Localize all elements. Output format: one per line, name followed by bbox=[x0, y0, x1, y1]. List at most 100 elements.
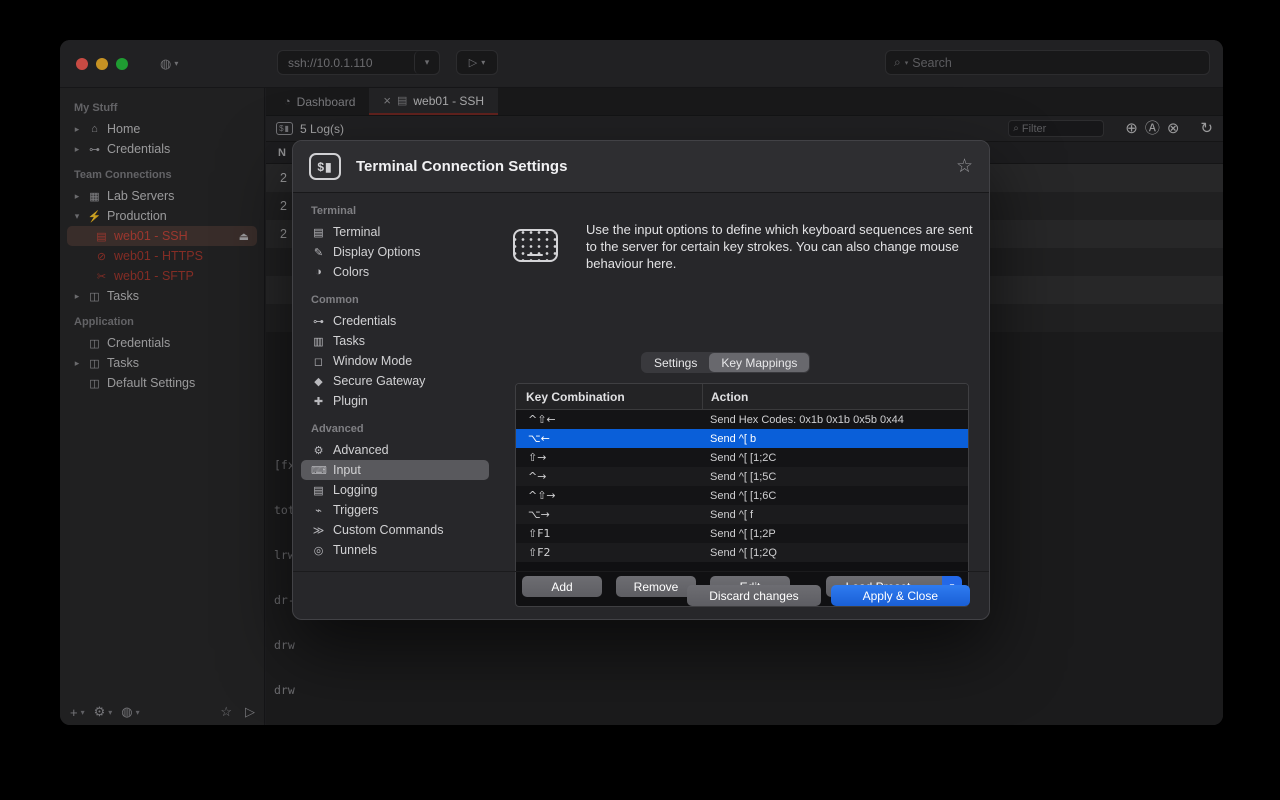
sidebar-item-app-credentials[interactable]: Credentials bbox=[60, 333, 264, 353]
global-search[interactable] bbox=[885, 50, 1210, 75]
key-combination-cell: ⌥← bbox=[516, 432, 702, 445]
sidebar-item-default-settings[interactable]: Default Settings bbox=[60, 373, 264, 393]
column-key-combination[interactable]: Key Combination bbox=[516, 390, 702, 404]
tab-web01-ssh[interactable]: web01 - SSH bbox=[369, 88, 498, 115]
chevron-down-icon[interactable] bbox=[136, 708, 140, 717]
action-cell: Send ^[ [1;6C bbox=[702, 490, 968, 502]
table-row[interactable]: ^⇧←Send Hex Codes: 0x1b 0x1b 0x5b 0x44 bbox=[516, 410, 968, 429]
add-button[interactable] bbox=[70, 705, 78, 720]
sidebar-item-label: Credentials bbox=[107, 336, 170, 350]
clear-button[interactable] bbox=[1167, 121, 1180, 136]
font-size-button[interactable] bbox=[1145, 121, 1160, 136]
sidebar-item-tasks[interactable]: Tasks bbox=[60, 286, 264, 306]
sidebar-item-web01-https[interactable]: web01 - HTTPS bbox=[60, 246, 264, 266]
chevron-right-icon[interactable] bbox=[72, 291, 82, 302]
nav-item-colors[interactable]: Colors bbox=[301, 262, 489, 282]
nav-item-triggers[interactable]: Triggers bbox=[301, 500, 489, 520]
sidebar-item-label: Tasks bbox=[107, 289, 139, 303]
favorite-star-icon[interactable] bbox=[956, 155, 973, 178]
connect-play-button[interactable] bbox=[456, 50, 498, 75]
traffic-lights bbox=[76, 58, 128, 70]
nav-section-advanced: Advanced bbox=[301, 411, 489, 440]
nav-item-credentials[interactable]: Credentials bbox=[301, 311, 489, 331]
connection-status-button[interactable] bbox=[160, 56, 178, 72]
address-text: ssh://10.0.1.110 bbox=[288, 56, 373, 70]
nav-item-display-options[interactable]: Display Options bbox=[301, 242, 489, 262]
nav-item-tasks[interactable]: Tasks bbox=[301, 331, 489, 351]
close-tab-icon[interactable] bbox=[383, 93, 391, 108]
action-cell: Send ^[ [1;5C bbox=[702, 471, 968, 483]
key-combination-cell: ⌥→ bbox=[516, 508, 702, 521]
key-combination-cell: ^⇧← bbox=[516, 413, 702, 426]
table-row[interactable]: ⇧F1Send ^[ [1;2P bbox=[516, 524, 968, 543]
sidebar-item-production[interactable]: Production bbox=[60, 206, 264, 226]
tab-dashboard[interactable]: Dashboard bbox=[270, 88, 369, 115]
chevron-right-icon[interactable] bbox=[72, 124, 82, 135]
sidebar-item-home[interactable]: Home bbox=[60, 119, 264, 139]
table-row[interactable]: ^⇧→Send ^[ [1;6C bbox=[516, 486, 968, 505]
gear-icon bbox=[311, 444, 326, 457]
gear-button[interactable] bbox=[94, 704, 106, 720]
apply-and-close-button[interactable]: Apply & Close bbox=[831, 585, 970, 606]
key-combination-cell: ^→ bbox=[516, 470, 702, 483]
globe-icon bbox=[94, 250, 109, 263]
address-dropdown[interactable]: ssh://10.0.1.110 bbox=[277, 50, 440, 75]
table-row-selected[interactable]: ⌥←Send ^[ b bbox=[516, 429, 968, 448]
address-dropdown-chevron[interactable] bbox=[414, 51, 439, 74]
discard-changes-button[interactable]: Discard changes bbox=[687, 585, 820, 606]
keyboard-illustration-icon bbox=[513, 229, 558, 262]
tab-settings[interactable]: Settings bbox=[642, 353, 709, 372]
tab-label: Dashboard bbox=[297, 95, 356, 109]
refresh-button[interactable] bbox=[1200, 121, 1213, 136]
tab-key-mappings[interactable]: Key Mappings bbox=[709, 353, 809, 372]
sidebar-item-web01-sftp[interactable]: web01 - SFTP bbox=[60, 266, 264, 286]
chevron-down-icon[interactable] bbox=[81, 708, 85, 717]
sidebar-item-credentials[interactable]: Credentials bbox=[60, 139, 264, 159]
action-cell: Send ^[ f bbox=[702, 509, 968, 521]
sidebar-item-label: web01 - SSH bbox=[114, 229, 188, 243]
filter-input[interactable] bbox=[1022, 123, 1092, 135]
chevron-down-icon[interactable] bbox=[72, 211, 82, 222]
row-number: 2 bbox=[280, 199, 287, 213]
nav-item-logging[interactable]: Logging bbox=[301, 480, 489, 500]
zoom-in-button[interactable] bbox=[1125, 121, 1138, 136]
palette-icon bbox=[311, 266, 326, 278]
table-row[interactable]: ^→Send ^[ [1;5C bbox=[516, 467, 968, 486]
status-icon bbox=[160, 56, 171, 72]
logs-bar: 5 Log(s) bbox=[266, 116, 1223, 142]
chevron-down-icon[interactable] bbox=[108, 708, 112, 717]
sidebar-item-app-tasks[interactable]: Tasks bbox=[60, 353, 264, 373]
options-button[interactable] bbox=[121, 704, 132, 720]
search-input[interactable] bbox=[912, 56, 1162, 70]
chevron-right-icon[interactable] bbox=[72, 144, 82, 155]
table-row[interactable]: ⌥→Send ^[ f bbox=[516, 505, 968, 524]
action-cell: Send ^[ b bbox=[702, 433, 968, 445]
close-window-button[interactable] bbox=[76, 58, 88, 70]
nav-item-advanced[interactable]: Advanced bbox=[301, 440, 489, 460]
filter-field[interactable] bbox=[1008, 120, 1104, 137]
terminal-icon bbox=[311, 226, 326, 239]
trigger-icon bbox=[311, 504, 326, 517]
key-combination-cell: ⇧F2 bbox=[516, 546, 702, 559]
table-row[interactable]: ⇧F2Send ^[ [1;2Q bbox=[516, 543, 968, 562]
nav-item-input[interactable]: Input bbox=[301, 460, 489, 480]
table-row[interactable]: ⇧→Send ^[ [1;2C bbox=[516, 448, 968, 467]
minimize-window-button[interactable] bbox=[96, 58, 108, 70]
eject-icon[interactable] bbox=[239, 230, 249, 243]
nav-item-plugin[interactable]: Plugin bbox=[301, 391, 489, 411]
favorite-star-button[interactable] bbox=[220, 704, 232, 720]
terminal-line: drw bbox=[274, 638, 1223, 653]
zoom-window-button[interactable] bbox=[116, 58, 128, 70]
nav-item-tunnels[interactable]: Tunnels bbox=[301, 540, 489, 560]
sidebar-item-web01-ssh[interactable]: web01 - SSH bbox=[67, 226, 257, 246]
nav-section-common: Common bbox=[301, 282, 489, 311]
nav-item-terminal[interactable]: Terminal bbox=[301, 222, 489, 242]
nav-item-secure-gateway[interactable]: Secure Gateway bbox=[301, 371, 489, 391]
play-button[interactable] bbox=[245, 704, 255, 720]
column-action[interactable]: Action bbox=[702, 384, 968, 409]
sidebar-item-lab-servers[interactable]: Lab Servers bbox=[60, 186, 264, 206]
nav-item-custom-commands[interactable]: Custom Commands bbox=[301, 520, 489, 540]
chevron-right-icon[interactable] bbox=[72, 358, 82, 369]
nav-item-window-mode[interactable]: Window Mode bbox=[301, 351, 489, 371]
chevron-right-icon[interactable] bbox=[72, 191, 82, 202]
